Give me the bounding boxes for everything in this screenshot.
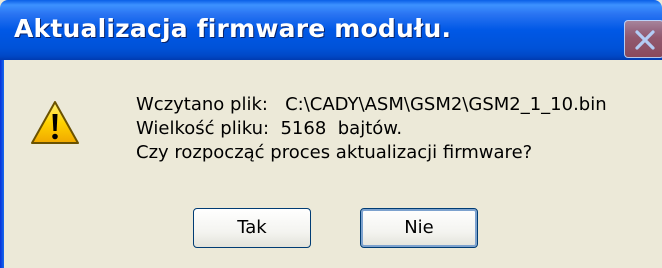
window-frame-left (0, 60, 4, 268)
dialog-title: Aktualizacja firmware modułu. (14, 14, 452, 43)
message-file-line: Wczytano plik: C:\CADY\ASM\GSM2\GSM2_1_1… (136, 94, 607, 115)
message-question-line: Czy rozpocząć proces aktualizacji firmwa… (136, 142, 533, 163)
close-button[interactable] (624, 20, 662, 58)
no-button[interactable]: Nie (360, 208, 478, 248)
message-text: Wczytano plik: C:\CADY\ASM\GSM2\GSM2_1_1… (136, 93, 607, 165)
dialog-window: Aktualizacja firmware modułu. Wczytano p… (0, 0, 662, 268)
title-bar[interactable]: Aktualizacja firmware modułu. (0, 0, 662, 60)
message-size-line: Wielkość pliku: 5168 bajtów. (136, 118, 403, 139)
yes-button[interactable]: Tak (193, 208, 311, 248)
warning-icon (30, 100, 80, 146)
